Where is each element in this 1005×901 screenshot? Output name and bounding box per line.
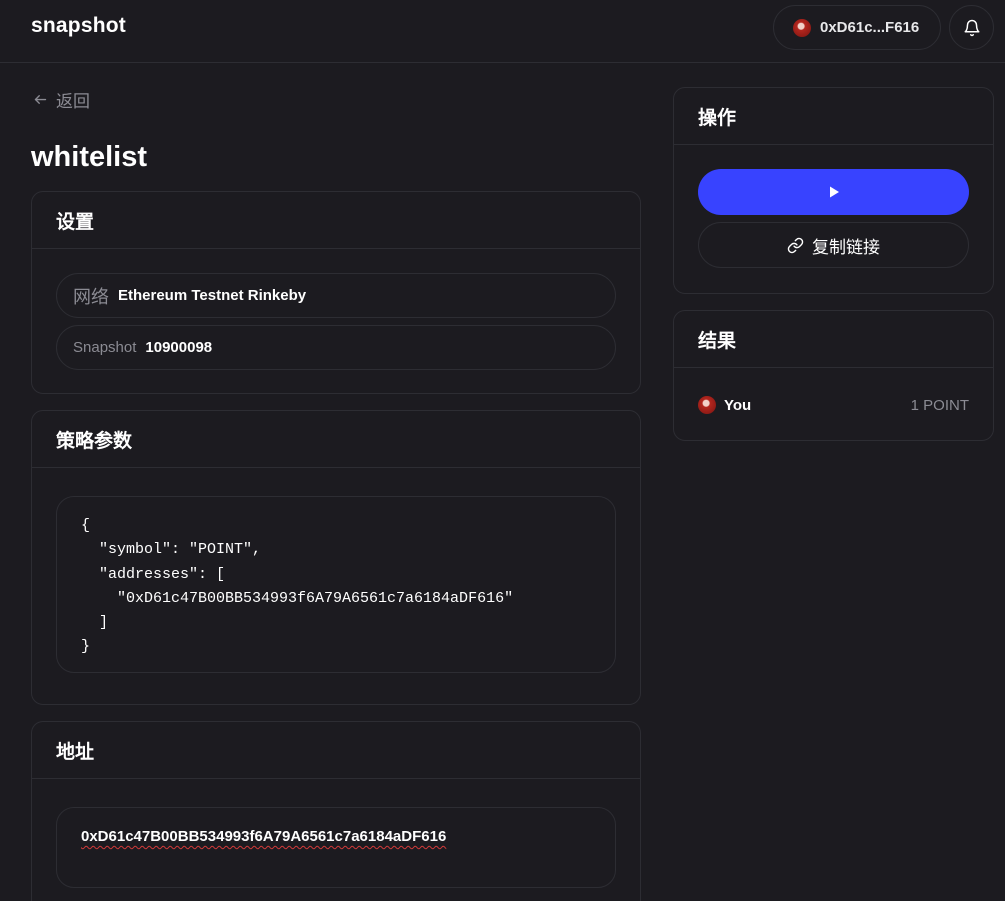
snapshot-field: Snapshot 10900098 xyxy=(56,325,616,370)
avatar xyxy=(793,18,811,37)
run-button[interactable] xyxy=(698,169,969,215)
bell-icon xyxy=(963,19,981,37)
back-label: 返回 xyxy=(56,92,90,111)
back-link[interactable]: 返回 xyxy=(33,87,90,112)
settings-card: 设置 网络 Ethereum Testnet Rinkeby Snapshot … xyxy=(31,191,641,394)
settings-title: 设置 xyxy=(32,192,640,249)
address-box: 0xD61c47B00BB534993f6A79A6561c7a6184aDF6… xyxy=(56,807,616,888)
notifications-button[interactable] xyxy=(949,5,994,50)
results-title: 结果 xyxy=(674,311,993,368)
copy-link-button[interactable]: 复制链接 xyxy=(698,222,969,268)
top-bar: snapshot 0xD61c...F616 xyxy=(0,0,1005,63)
page-title: whitelist xyxy=(31,141,148,173)
avatar xyxy=(698,396,716,414)
network-field: 网络 Ethereum Testnet Rinkeby xyxy=(56,273,616,318)
strategy-code-block: { "symbol": "POINT", "addresses": [ "0xD… xyxy=(56,496,616,673)
account-address: 0xD61c...F616 xyxy=(820,19,920,36)
addresses-title: 地址 xyxy=(32,722,640,779)
strategy-code: { "symbol": "POINT", "addresses": [ "0xD… xyxy=(81,517,514,656)
actions-card: 操作 复制链接 xyxy=(673,87,994,294)
result-score: 1 POINT xyxy=(910,396,969,414)
network-key: 网络 xyxy=(73,286,109,307)
address-value[interactable]: 0xD61c47B00BB534993f6A79A6561c7a6184aDF6… xyxy=(81,828,446,845)
app-logo[interactable]: snapshot xyxy=(31,14,126,38)
result-row: You 1 POINT xyxy=(698,395,969,415)
play-icon xyxy=(827,185,841,199)
account-button[interactable]: 0xD61c...F616 xyxy=(773,5,941,50)
actions-title: 操作 xyxy=(674,88,993,145)
link-icon xyxy=(787,237,804,254)
addresses-card: 地址 0xD61c47B00BB534993f6A79A6561c7a6184a… xyxy=(31,721,641,901)
strategy-title: 策略参数 xyxy=(32,411,640,468)
result-name: You xyxy=(724,396,752,414)
arrow-left-icon xyxy=(33,92,48,107)
strategy-card: 策略参数 { "symbol": "POINT", "addresses": [… xyxy=(31,410,641,705)
results-card: 结果 You 1 POINT xyxy=(673,310,994,441)
snapshot-value[interactable]: 10900098 xyxy=(145,339,212,356)
snapshot-key: Snapshot xyxy=(73,339,137,356)
copy-link-label: 复制链接 xyxy=(812,237,880,257)
network-value: Ethereum Testnet Rinkeby xyxy=(118,287,307,304)
